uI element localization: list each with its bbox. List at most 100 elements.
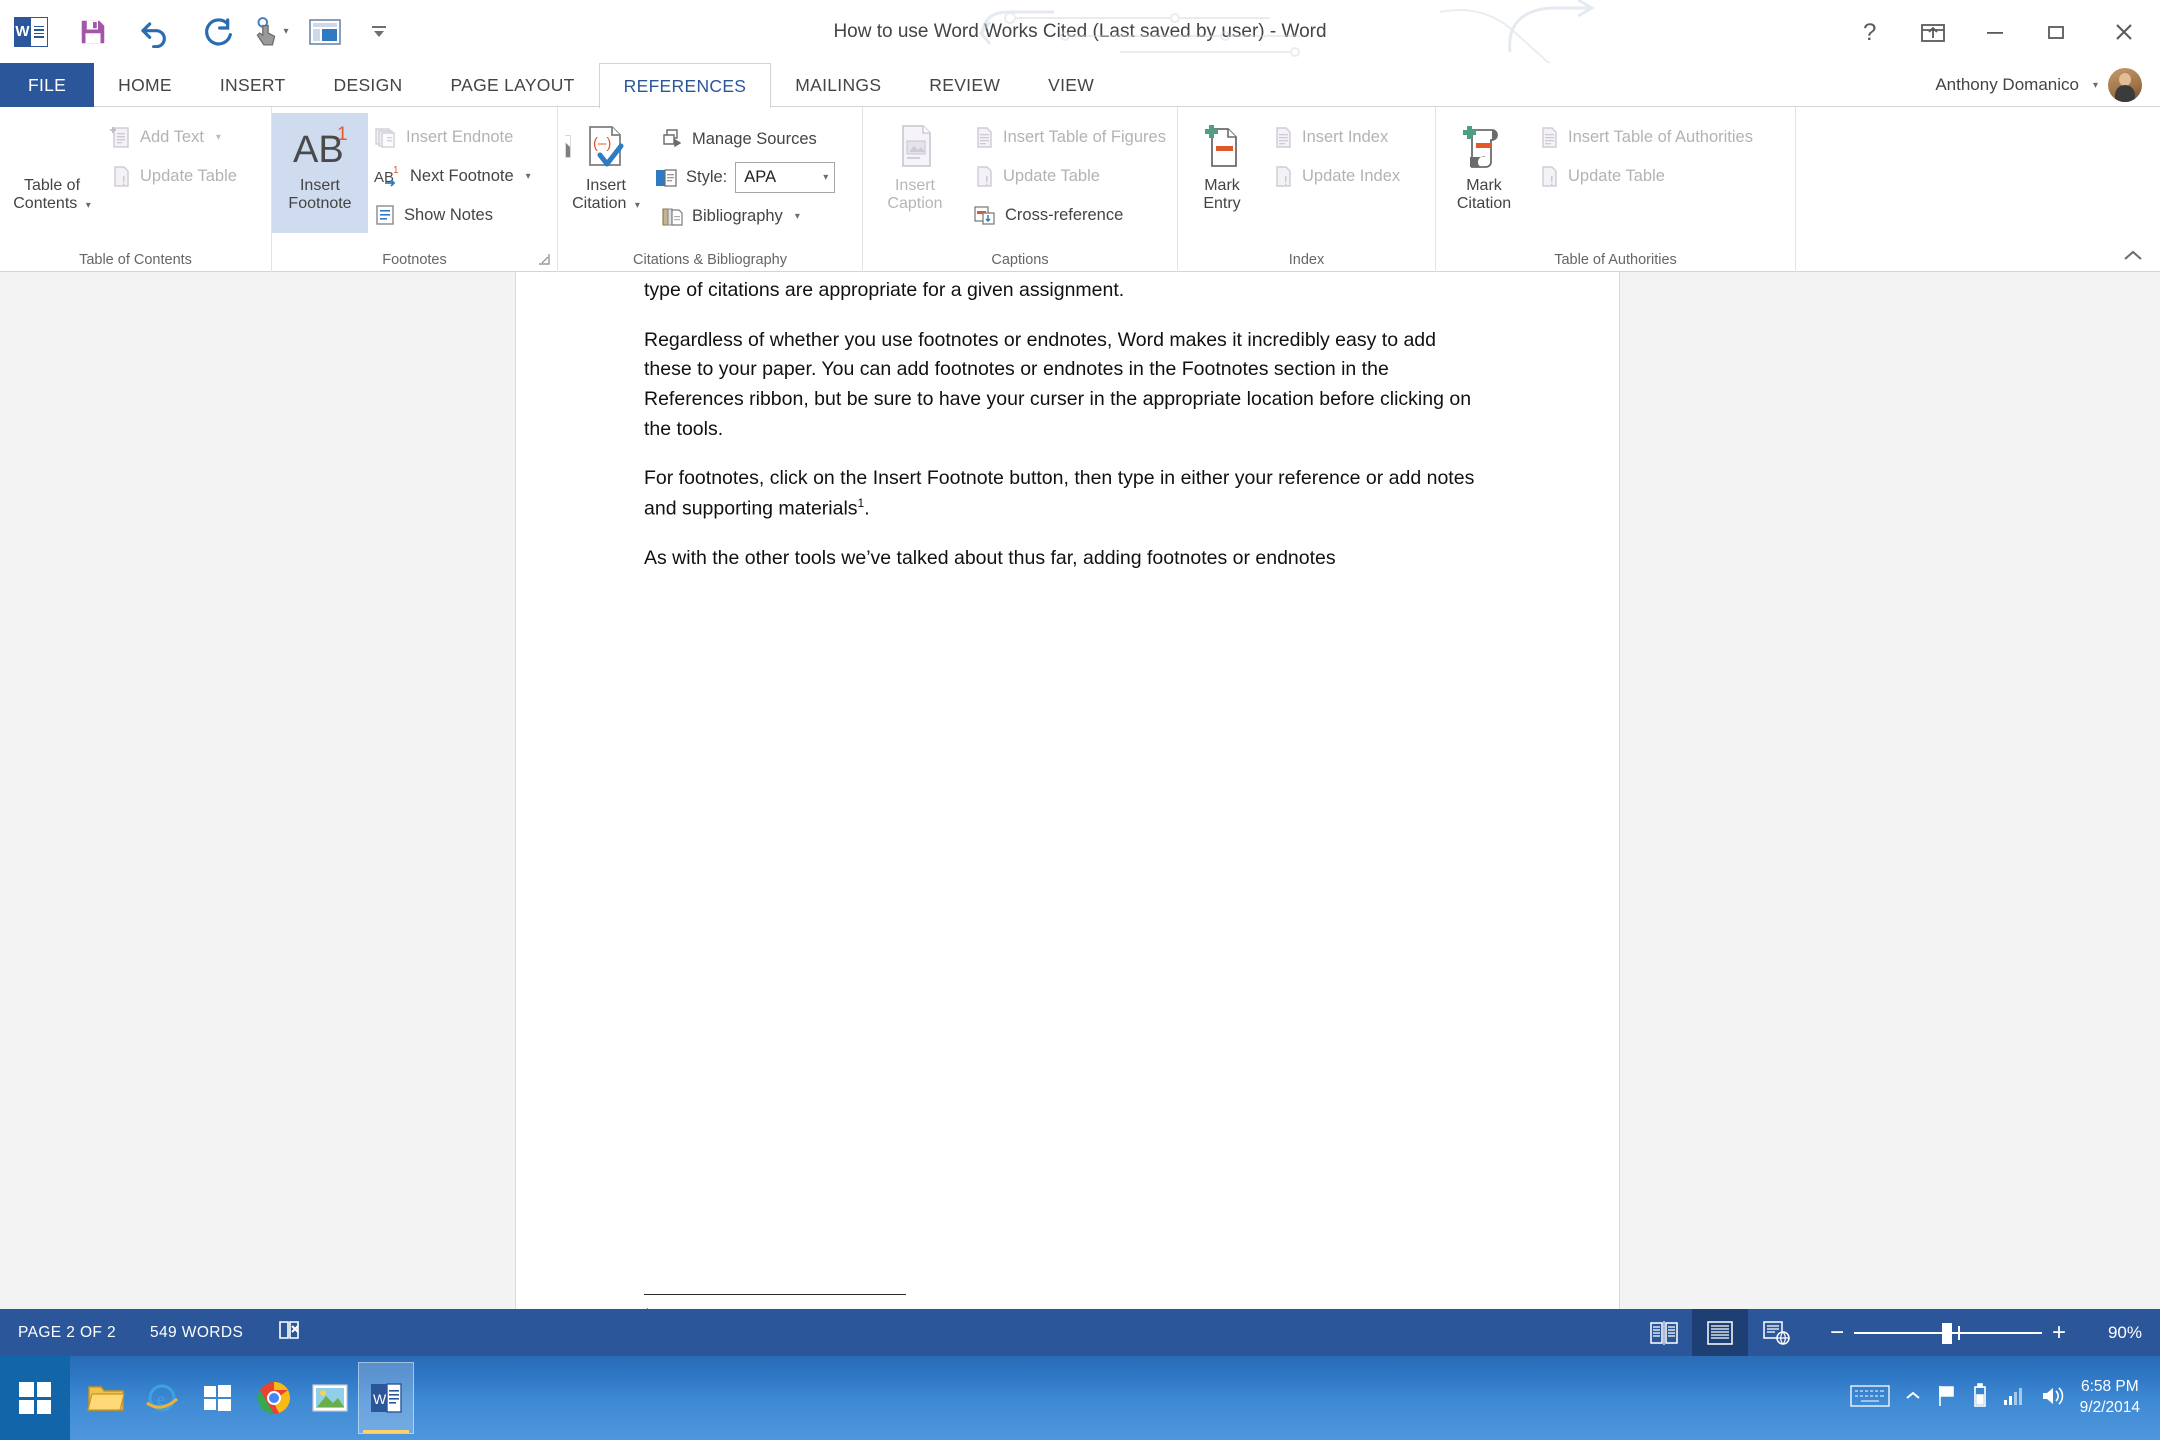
account-caret-icon[interactable]: ▾ [2093,80,2098,91]
citation-style-row: Style: APA ▾ [654,162,836,193]
collapse-ribbon-icon[interactable] [2122,249,2144,267]
keyboard-icon[interactable] [1850,1383,1890,1414]
word-count[interactable]: 549 WORDS [150,1324,243,1342]
tab-view[interactable]: VIEW [1024,63,1118,107]
insert-table-of-authorities-button[interactable]: Insert Table of Authorities [1532,121,1759,153]
show-hidden-icons-icon[interactable] [1904,1389,1922,1408]
restore-icon[interactable] [2026,0,2088,63]
svg-text:?: ? [1863,19,1876,45]
zoom-out-button[interactable]: − [1820,1320,1854,1345]
tab-references[interactable]: REFERENCES [598,63,772,108]
print-layout-view-icon[interactable] [1692,1309,1748,1356]
zoom-control[interactable]: − + 90% [1820,1309,2142,1356]
customize-qat-icon[interactable] [356,0,402,63]
taskbar-clock[interactable]: 6:58 PM 9/2/2014 [2080,1377,2146,1419]
zoom-level[interactable]: 90% [2076,1323,2142,1343]
mark-citation-icon [1458,119,1510,175]
zoom-in-button[interactable]: + [2042,1320,2076,1345]
web-layout-view-icon[interactable] [1748,1309,1804,1356]
account-area[interactable]: Anthony Domanico ▾ [1935,63,2142,107]
touch-mode-caret-icon[interactable]: ▾ [283,26,288,37]
redo-icon[interactable] [186,0,248,63]
cross-reference-button[interactable]: Cross-reference [967,199,1172,231]
internet-explorer-icon[interactable]: e [134,1362,190,1434]
manage-sources-button[interactable]: Manage Sources [654,123,835,155]
table-of-contents-button[interactable]: Table of Contents ▾ [0,113,570,214]
insert-endnote-button[interactable]: Insert Endnote [368,121,537,153]
file-explorer-icon[interactable] [78,1362,134,1434]
proofing-errors-icon[interactable] [277,1319,303,1346]
tab-insert[interactable]: INSERT [196,63,310,107]
update-table-figures-button[interactable]: ! Update Table [967,160,1172,192]
next-footnote-button[interactable]: AB 1 Next Footnote ▾ [368,160,537,192]
zoom-slider[interactable] [1854,1309,2042,1356]
footnotes-dialog-launcher-icon[interactable] [537,252,551,266]
battery-icon[interactable] [1972,1382,1988,1414]
insert-caption-button[interactable]: Insert Caption [863,113,967,214]
update-table-figures-label: Update Table [1003,166,1100,185]
help-icon[interactable]: ? [1840,0,1902,63]
add-text-caret-icon[interactable]: ▾ [216,132,221,143]
insert-footnote-button[interactable]: AB 1 Insert Footnote [272,113,368,233]
minimize-icon[interactable] [1964,0,2026,63]
tab-page-layout[interactable]: PAGE LAYOUT [426,63,598,107]
citation-style-select[interactable]: APA ▾ [735,162,836,193]
close-icon[interactable] [2088,0,2160,63]
insert-citation-icon: (–) [580,119,632,175]
update-table-authorities-button[interactable]: ! Update Table [1532,160,1759,192]
mark-citation-button[interactable]: Mark Citation [1436,113,1532,214]
table-of-contents-caret-icon[interactable]: ▾ [86,200,91,211]
bibliography-button[interactable]: Bibliography ▾ [654,200,835,232]
start-button[interactable] [0,1356,70,1440]
footnote-reference-marker[interactable]: 1 [858,496,865,510]
show-notes-button[interactable]: Show Notes [368,199,537,231]
insert-citation-caret-icon[interactable]: ▾ [635,200,640,211]
word-app-icon[interactable]: W [0,0,62,63]
mark-entry-label-1: Mark [1204,177,1240,194]
window-decoration-graphic [979,0,1596,63]
insert-index-button[interactable]: Insert Index [1266,121,1406,153]
tab-mailings[interactable]: MAILINGS [771,63,905,107]
document-page[interactable]: type of citations are appropriate for a … [516,272,1619,1356]
flag-action-center-icon[interactable] [1936,1384,1958,1413]
network-icon[interactable] [2002,1385,2026,1412]
tab-design[interactable]: DESIGN [310,63,427,107]
windows-store-icon[interactable] [190,1362,246,1434]
next-footnote-caret-icon[interactable]: ▾ [526,171,531,182]
page-indicator[interactable]: PAGE 2 OF 2 [18,1324,116,1342]
update-index-label: Update Index [1302,166,1401,185]
zoom-slider-handle[interactable] [1942,1323,1952,1344]
avatar[interactable] [2108,68,2142,102]
tab-home[interactable]: HOME [94,63,196,107]
save-icon[interactable] [62,0,124,63]
table-of-contents-icon [50,119,570,175]
mark-entry-button[interactable]: Mark Entry [1178,113,1266,214]
citation-style-caret-icon[interactable]: ▾ [823,172,828,183]
add-text-button[interactable]: Add Text ▾ [104,121,243,153]
document-body-text[interactable]: type of citations are appropriate for a … [644,272,1484,594]
tab-review[interactable]: REVIEW [905,63,1024,107]
ribbon-display-options-icon[interactable] [1902,0,1964,63]
insert-footnote-label-2: Footnote [288,195,352,213]
google-chrome-icon[interactable] [246,1362,302,1434]
photos-icon[interactable] [302,1362,358,1434]
mark-entry-label-2: Entry [1203,195,1241,213]
update-index-button[interactable]: ! Update Index [1266,160,1406,192]
document-canvas[interactable]: type of citations are appropriate for a … [0,272,2160,1356]
print-preview-icon[interactable] [294,0,356,63]
insert-citation-button[interactable]: (–) Insert Citation ▾ [558,113,654,214]
bibliography-caret-icon[interactable]: ▾ [795,211,800,222]
ribbon-group-citations-bibliography: (–) Insert Citation ▾ Manage Sources Sty… [558,107,863,272]
style-icon [656,168,677,187]
undo-icon[interactable] [124,0,186,63]
update-table-toc-button[interactable]: ! Update Table [104,160,243,192]
volume-icon[interactable] [2040,1385,2066,1412]
touch-mode-icon[interactable]: ▾ [248,0,294,63]
paragraph-2: Regardless of whether you use footnotes … [644,328,1472,440]
paragraph-3: For footnotes, click on the Insert Footn… [644,467,1475,520]
update-table-toc-label: Update Table [140,166,237,185]
read-mode-view-icon[interactable] [1636,1309,1692,1356]
tab-file[interactable]: FILE [0,63,95,107]
word-taskbar-icon[interactable]: W [358,1362,414,1434]
insert-table-of-figures-button[interactable]: Insert Table of Figures [967,121,1172,153]
